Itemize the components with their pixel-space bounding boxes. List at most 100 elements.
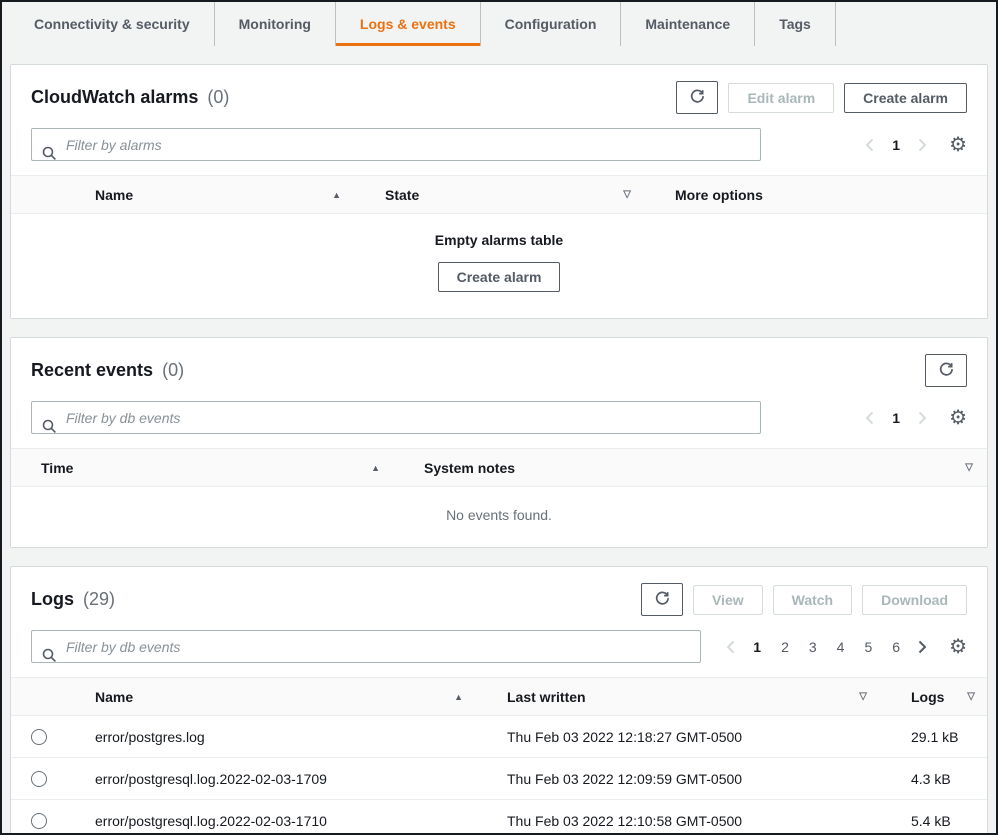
alarms-panel-header: CloudWatch alarms (0) Edit alarm Create …: [11, 65, 987, 124]
alarms-table-header: Name ▲ State ▽ More options: [11, 175, 987, 214]
tab-tags[interactable]: Tags: [755, 2, 836, 46]
next-page-icon[interactable]: [918, 640, 927, 654]
settings-gear-icon[interactable]: ⚙: [949, 637, 967, 657]
logs-search-box: [31, 630, 701, 663]
row-radio-button[interactable]: [31, 729, 47, 745]
alarms-actions: Edit alarm Create alarm: [676, 81, 967, 114]
alarms-search-box: [31, 128, 761, 161]
alarms-refresh-button[interactable]: [676, 81, 718, 114]
logs-name-column-header[interactable]: Name ▲: [67, 689, 479, 705]
tab-logs-events[interactable]: Logs & events: [336, 2, 481, 46]
row-radio-button[interactable]: [31, 813, 47, 829]
page-number[interactable]: 1: [890, 410, 902, 426]
events-panel-title: Recent events (0): [31, 360, 184, 381]
events-table-header: Time ▲ System notes ▽: [11, 448, 987, 487]
tab-monitoring[interactable]: Monitoring: [215, 2, 336, 46]
log-name-cell: error/postgres.log: [67, 729, 479, 745]
sort-ascending-icon: ▲: [454, 692, 463, 702]
row-radio-button[interactable]: [31, 771, 47, 787]
events-time-column-header[interactable]: Time ▲: [11, 460, 394, 476]
tab-maintenance[interactable]: Maintenance: [621, 2, 755, 46]
logs-filter-input[interactable]: [31, 630, 701, 663]
previous-page-icon[interactable]: [865, 138, 874, 152]
log-name-cell: error/postgresql.log.2022-02-03-1709: [67, 771, 479, 787]
create-alarm-button[interactable]: Create alarm: [844, 83, 967, 113]
filter-dropdown-icon: ▽: [623, 189, 631, 200]
column-label: Time: [41, 460, 73, 476]
alarms-filter-input[interactable]: [31, 128, 761, 161]
logs-table-header: Name ▲ Last written ▽ Logs ▽: [11, 677, 987, 716]
page-number-1[interactable]: 1: [751, 639, 763, 655]
page-number-4[interactable]: 4: [835, 639, 847, 655]
alarms-title-text: CloudWatch alarms: [31, 87, 198, 107]
tab-bar: Connectivity & security Monitoring Logs …: [2, 2, 996, 46]
filter-dropdown-icon: ▽: [967, 691, 975, 702]
alarms-pagination: 1: [865, 137, 927, 153]
column-label: Logs: [911, 689, 944, 705]
sort-ascending-icon: ▲: [332, 190, 341, 200]
logs-pagination: 1 2 3 4 5 6: [726, 639, 927, 655]
previous-page-icon[interactable]: [865, 411, 874, 425]
download-log-button[interactable]: Download: [862, 585, 967, 615]
events-panel-header: Recent events (0): [11, 338, 987, 397]
column-label: Name: [95, 689, 133, 705]
events-actions: [925, 354, 967, 387]
column-label: Name: [95, 187, 133, 203]
edit-alarm-button[interactable]: Edit alarm: [728, 83, 834, 113]
events-filter-input[interactable]: [31, 401, 761, 434]
events-count: (0): [162, 360, 184, 380]
page-number-3[interactable]: 3: [807, 639, 819, 655]
column-label: Last written: [507, 689, 586, 705]
alarms-state-column-header[interactable]: State ▽: [357, 187, 647, 203]
cloudwatch-alarms-panel: CloudWatch alarms (0) Edit alarm Create …: [10, 64, 988, 319]
alarms-panel-title: CloudWatch alarms (0): [31, 87, 229, 108]
page-number-2[interactable]: 2: [779, 639, 791, 655]
logs-panel-header: Logs (29) View Watch Download: [11, 567, 987, 626]
log-size-cell: 5.4 kB: [883, 813, 987, 829]
logs-last-written-column-header[interactable]: Last written ▽: [479, 689, 883, 705]
filter-dropdown-icon: ▽: [965, 462, 973, 473]
events-title-text: Recent events: [31, 360, 153, 380]
settings-gear-icon[interactable]: ⚙: [949, 135, 967, 155]
next-page-icon[interactable]: [918, 138, 927, 152]
logs-panel: Logs (29) View Watch Download: [10, 566, 988, 835]
alarms-empty-state: Empty alarms table Create alarm: [11, 214, 987, 318]
page-number[interactable]: 1: [890, 137, 902, 153]
logs-size-column-header[interactable]: Logs ▽: [883, 689, 987, 705]
events-search-box: [31, 401, 761, 434]
log-last-written-cell: Thu Feb 03 2022 12:10:58 GMT-0500: [479, 813, 883, 829]
logs-count: (29): [83, 589, 115, 609]
alarms-count: (0): [207, 87, 229, 107]
previous-page-icon[interactable]: [726, 640, 735, 654]
log-last-written-cell: Thu Feb 03 2022 12:18:27 GMT-0500: [479, 729, 883, 745]
events-pagination: 1: [865, 410, 927, 426]
log-name-cell: error/postgresql.log.2022-02-03-1710: [67, 813, 479, 829]
events-refresh-button[interactable]: [925, 354, 967, 387]
rds-logs-events-page: Connectivity & security Monitoring Logs …: [0, 0, 998, 835]
empty-create-alarm-button[interactable]: Create alarm: [438, 262, 561, 292]
refresh-icon: [654, 590, 670, 609]
log-table-row[interactable]: error/postgresql.log.2022-02-03-1710 Thu…: [11, 800, 987, 835]
page-number-6[interactable]: 6: [890, 639, 902, 655]
tab-configuration[interactable]: Configuration: [481, 2, 622, 46]
alarms-name-column-header[interactable]: Name ▲: [67, 187, 357, 203]
filter-dropdown-icon: ▽: [859, 691, 867, 702]
page-number-5[interactable]: 5: [862, 639, 874, 655]
tab-connectivity-security[interactable]: Connectivity & security: [10, 2, 215, 46]
logs-refresh-button[interactable]: [641, 583, 683, 616]
logs-panel-title: Logs (29): [31, 589, 115, 610]
watch-log-button[interactable]: Watch: [773, 585, 852, 615]
log-size-cell: 4.3 kB: [883, 771, 987, 787]
view-log-button[interactable]: View: [693, 585, 763, 615]
events-system-notes-column-header[interactable]: System notes ▽: [394, 460, 987, 476]
log-table-row[interactable]: error/postgresql.log.2022-02-03-1709 Thu…: [11, 758, 987, 800]
alarms-filter-row: 1 ⚙: [11, 124, 987, 175]
events-filter-row: 1 ⚙: [11, 397, 987, 448]
next-page-icon[interactable]: [918, 411, 927, 425]
column-label: More options: [675, 187, 763, 203]
alarms-more-options-column-header: More options: [647, 187, 987, 203]
logs-actions: View Watch Download: [641, 583, 967, 616]
settings-gear-icon[interactable]: ⚙: [949, 408, 967, 428]
column-label: State: [385, 187, 419, 203]
log-table-row[interactable]: error/postgres.log Thu Feb 03 2022 12:18…: [11, 716, 987, 758]
